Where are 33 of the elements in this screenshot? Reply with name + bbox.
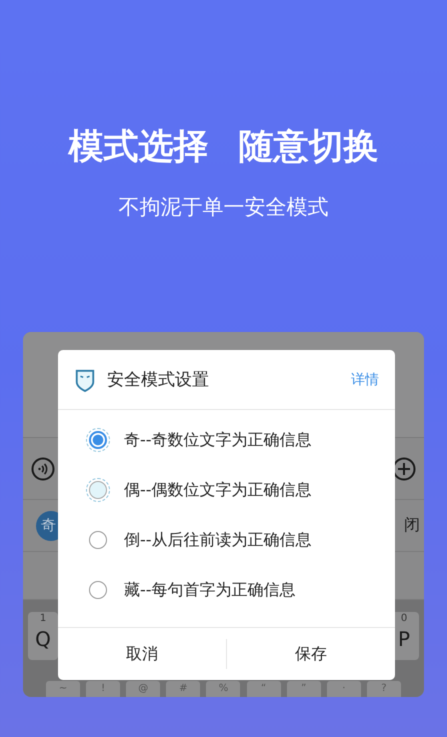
- keyboard-key[interactable]: “: [246, 681, 281, 697]
- radio-button[interactable]: [89, 481, 107, 499]
- key-letter: P: [398, 626, 410, 652]
- dialog-title: 安全模式设置: [107, 369, 210, 391]
- radio-button[interactable]: [89, 431, 107, 449]
- keyboard-key[interactable]: ~: [46, 681, 80, 697]
- close-label[interactable]: 闭: [404, 515, 420, 536]
- keyboard-key[interactable]: ·: [326, 681, 361, 697]
- keyboard-key[interactable]: @: [126, 681, 160, 697]
- sound-icon[interactable]: [31, 456, 55, 480]
- shield-icon: [74, 368, 96, 392]
- keyboard-key[interactable]: ?: [366, 681, 401, 697]
- option-label[interactable]: 偶--偶数位文字为正确信息: [124, 480, 312, 500]
- keyboard-key[interactable]: %: [206, 681, 240, 697]
- dialog-button[interactable]: 取消: [58, 639, 226, 669]
- option-label[interactable]: 倒--从后往前读为正确信息: [124, 530, 312, 550]
- dialog-button[interactable]: 保存: [226, 639, 395, 669]
- keyboard-key[interactable]: ”: [286, 681, 321, 697]
- keyboard-key[interactable]: #: [166, 681, 200, 697]
- option-label[interactable]: 奇--奇数位文字为正确信息: [124, 430, 312, 450]
- key-number: 1: [40, 612, 46, 626]
- subtitle: 不拘泥于单一安全模式: [118, 194, 328, 221]
- key-letter: Q: [35, 626, 51, 652]
- option-label[interactable]: 藏--每句首字为正确信息: [124, 580, 296, 600]
- radio-button[interactable]: [89, 581, 107, 599]
- details-link[interactable]: 详情: [351, 370, 379, 388]
- plus-icon[interactable]: [392, 456, 416, 480]
- keyboard-key[interactable]: !: [86, 681, 120, 697]
- headline: 随意切换: [238, 126, 378, 169]
- radio-button[interactable]: [89, 531, 107, 549]
- key-number: 0: [400, 612, 408, 626]
- headline: 模式选择: [68, 126, 208, 169]
- keyboard-key[interactable]: 1 Q: [28, 612, 58, 660]
